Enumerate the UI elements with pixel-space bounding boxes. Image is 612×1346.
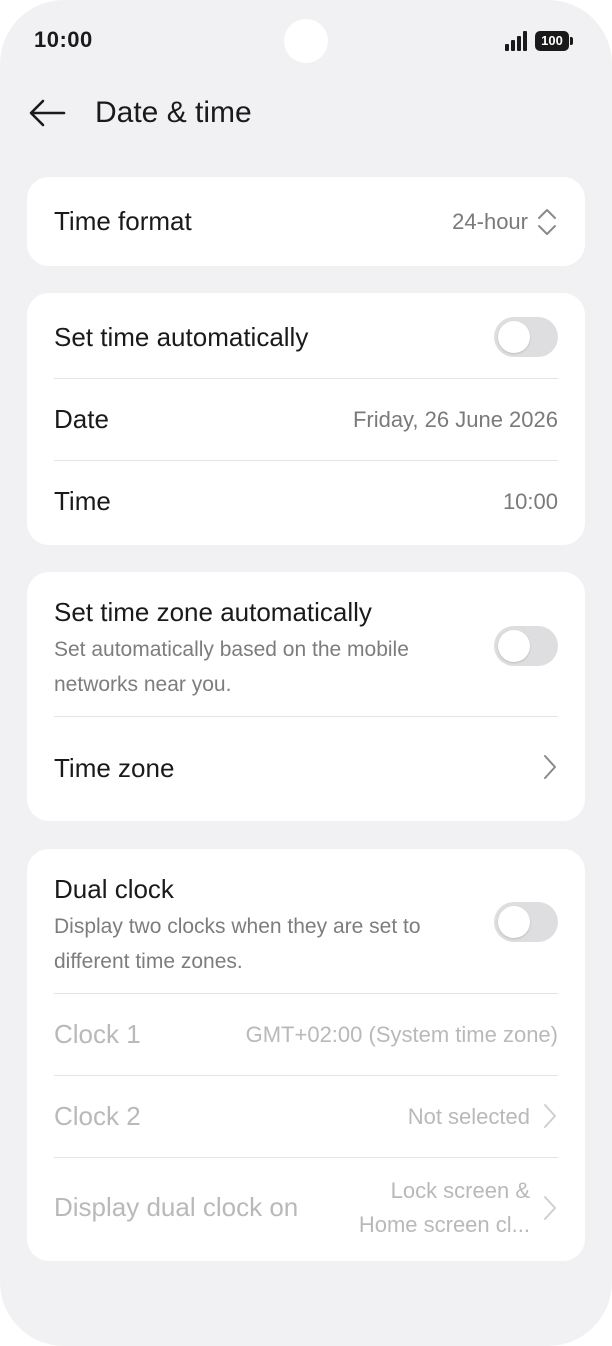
time-value: 10:00 bbox=[502, 489, 558, 514]
time-zone-label: Time zone bbox=[54, 753, 175, 783]
phone-screen: 10:00 100 Date & time Time format 24-hou… bbox=[0, 0, 612, 1346]
battery-icon: 100 bbox=[535, 31, 573, 51]
clock1-label: Clock 1 bbox=[54, 1019, 141, 1049]
dual-clock-description: Display two clocks when they are set to … bbox=[54, 915, 421, 973]
time-format-row[interactable]: Time format 24-hour bbox=[54, 177, 558, 266]
time-zone-row[interactable]: Time zone bbox=[54, 717, 558, 821]
dual-clock-card: Dual clock Display two clocks when they … bbox=[27, 849, 585, 1261]
display-dual-clock-value-line1: Lock screen & bbox=[390, 1178, 530, 1203]
header: Date & time bbox=[0, 84, 612, 144]
chevron-right-icon bbox=[542, 1194, 558, 1222]
date-row[interactable]: Date Friday, 26 June 2026 bbox=[54, 379, 558, 460]
display-dual-clock-row: Display dual clock on Lock screen & Home… bbox=[54, 1158, 558, 1261]
clock2-value: Not selected bbox=[407, 1104, 530, 1129]
status-time: 10:00 bbox=[34, 27, 93, 52]
clock1-row: Clock 1 GMT+02:00 (System time zone) bbox=[54, 994, 558, 1075]
set-time-auto-row[interactable]: Set time automatically bbox=[54, 293, 558, 378]
updown-chevron-icon bbox=[536, 207, 558, 237]
back-arrow-icon[interactable] bbox=[26, 94, 70, 134]
time-label: Time bbox=[54, 486, 111, 516]
time-format-value: 24-hour bbox=[452, 209, 528, 234]
time-row[interactable]: Time 10:00 bbox=[54, 461, 558, 545]
dual-clock-label: Dual clock bbox=[54, 874, 174, 904]
set-time-zone-auto-description: Set automatically based on the mobile ne… bbox=[54, 638, 409, 696]
time-zone-card: Set time zone automatically Set automati… bbox=[27, 572, 585, 821]
set-time-auto-toggle[interactable] bbox=[494, 317, 558, 357]
chevron-right-icon bbox=[542, 1102, 558, 1130]
set-time-auto-label: Set time automatically bbox=[54, 322, 309, 352]
set-time-zone-auto-toggle[interactable] bbox=[494, 626, 558, 666]
time-format-card[interactable]: Time format 24-hour bbox=[27, 177, 585, 266]
time-format-label: Time format bbox=[54, 206, 192, 236]
clock2-label: Clock 2 bbox=[54, 1101, 141, 1131]
display-dual-clock-label: Display dual clock on bbox=[54, 1192, 299, 1222]
dual-clock-toggle[interactable] bbox=[494, 902, 558, 942]
clock1-value: GMT+02:00 (System time zone) bbox=[245, 1022, 558, 1047]
dual-clock-row[interactable]: Dual clock Display two clocks when they … bbox=[54, 849, 558, 993]
display-dual-clock-value: Lock screen & Home screen cl... bbox=[359, 1174, 530, 1242]
camera-cutout bbox=[284, 19, 328, 63]
date-label: Date bbox=[54, 404, 109, 434]
status-bar: 10:00 100 bbox=[0, 0, 612, 80]
set-time-zone-auto-label: Set time zone automatically bbox=[54, 597, 372, 627]
signal-icon bbox=[505, 31, 529, 51]
date-time-card: Set time automatically Date Friday, 26 J… bbox=[27, 293, 585, 545]
clock2-row: Clock 2 Not selected bbox=[54, 1076, 558, 1157]
page-title: Date & time bbox=[95, 96, 252, 129]
display-dual-clock-value-line2: Home screen cl... bbox=[358, 1212, 530, 1237]
date-value: Friday, 26 June 2026 bbox=[352, 407, 558, 432]
set-time-zone-auto-row[interactable]: Set time zone automatically Set automati… bbox=[54, 572, 558, 716]
chevron-right-icon bbox=[542, 753, 558, 781]
